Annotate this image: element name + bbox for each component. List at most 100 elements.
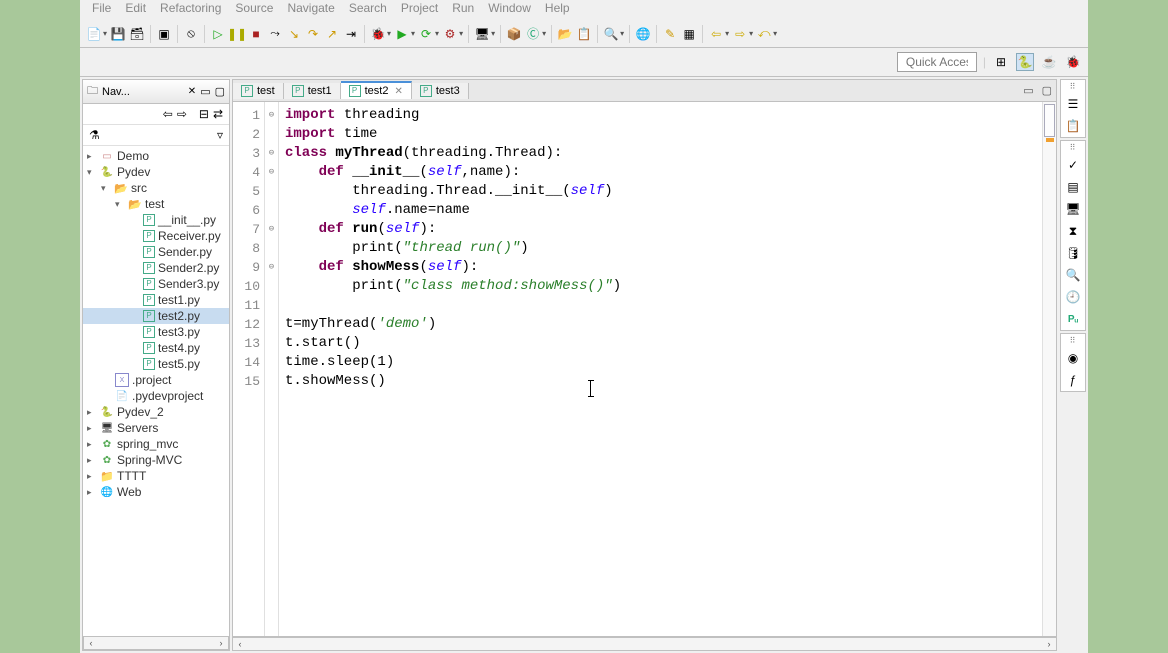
dropdown-icon[interactable]: ▾ bbox=[103, 29, 107, 38]
dropdown-icon[interactable]: ▾ bbox=[749, 29, 753, 38]
menu-run[interactable]: Run bbox=[448, 0, 478, 16]
terminal-icon[interactable]: ▣ bbox=[156, 26, 172, 42]
pyunit-icon[interactable]: Pᵤ bbox=[1064, 310, 1082, 328]
minimize-icon[interactable]: ▭ bbox=[1019, 84, 1037, 97]
drop-frame-icon[interactable]: ⇥ bbox=[343, 26, 359, 42]
menu-help[interactable]: Help bbox=[541, 0, 574, 16]
tree-file[interactable]: PSender3.py bbox=[83, 276, 229, 292]
debug-perspective-icon[interactable]: 🐞 bbox=[1064, 53, 1082, 71]
handle-icon[interactable]: ⠿ bbox=[1070, 143, 1077, 152]
overview-ruler[interactable] bbox=[1042, 102, 1056, 636]
search-result-icon[interactable]: 🔍 bbox=[1064, 266, 1082, 284]
tree-file[interactable]: Ptest4.py bbox=[83, 340, 229, 356]
open-type-icon[interactable]: 📂 bbox=[557, 26, 573, 42]
dropdown-icon[interactable]: ▾ bbox=[411, 29, 415, 38]
view-menu-icon[interactable]: ▿ bbox=[217, 128, 223, 142]
dropdown-icon[interactable]: ▾ bbox=[491, 29, 495, 38]
menu-navigate[interactable]: Navigate bbox=[283, 0, 338, 16]
resume-icon[interactable]: ▷ bbox=[210, 26, 226, 42]
expressions-icon[interactable]: ƒ bbox=[1064, 371, 1082, 389]
handle-icon[interactable]: ⠿ bbox=[1070, 82, 1077, 91]
run-icon[interactable]: ▶ bbox=[394, 26, 410, 42]
tree-file[interactable]: Ptest5.py bbox=[83, 356, 229, 372]
menu-source[interactable]: Source bbox=[231, 0, 277, 16]
step-over-icon[interactable]: ↷ bbox=[305, 26, 321, 42]
collapse-all-icon[interactable]: ⊟ bbox=[199, 107, 209, 121]
fold-gutter[interactable]: ⊖ ⊖⊖ ⊖ ⊖ bbox=[265, 102, 279, 636]
new-icon[interactable]: 📄 bbox=[86, 26, 102, 42]
suspend-icon[interactable]: ❚❚ bbox=[229, 26, 245, 42]
handle-icon[interactable]: ⠿ bbox=[1070, 336, 1077, 345]
close-icon[interactable]: ✕ bbox=[188, 86, 196, 97]
new-class-icon[interactable]: Ⓒ bbox=[525, 26, 541, 42]
tab-test3[interactable]: Ptest3 bbox=[412, 83, 469, 99]
servers-icon[interactable]: 🖥 bbox=[1064, 200, 1082, 218]
back-nav-icon[interactable]: ⇦ bbox=[163, 107, 173, 121]
tree-file[interactable]: PSender2.py bbox=[83, 260, 229, 276]
progress-icon[interactable]: ⧗ bbox=[1064, 222, 1082, 240]
editor-hscrollbar[interactable]: ‹› bbox=[232, 637, 1057, 651]
step-return-icon[interactable]: ↗ bbox=[324, 26, 340, 42]
debug-icon[interactable]: 🐞 bbox=[370, 26, 386, 42]
tree-file[interactable]: Ptest3.py bbox=[83, 324, 229, 340]
open-perspective-icon[interactable]: ⊞ bbox=[992, 53, 1010, 71]
disconnect-icon[interactable]: ⤳ bbox=[267, 26, 283, 42]
tree-project[interactable]: ▸TTTT bbox=[83, 468, 229, 484]
tree-file[interactable]: PSender.py bbox=[83, 244, 229, 260]
history-icon[interactable]: 🕘 bbox=[1064, 288, 1082, 306]
toggle-block-icon[interactable]: ▦ bbox=[681, 26, 697, 42]
menu-edit[interactable]: Edit bbox=[121, 0, 150, 16]
menu-project[interactable]: Project bbox=[397, 0, 442, 16]
tree-project[interactable]: ▸🐍Pydev_2 bbox=[83, 404, 229, 420]
tree-project[interactable]: ▸✿spring_mvc bbox=[83, 436, 229, 452]
tree-file[interactable]: PReceiver.py bbox=[83, 228, 229, 244]
tree-file-pydevproject[interactable]: 📄.pydevproject bbox=[83, 388, 229, 404]
warning-marker[interactable] bbox=[1046, 138, 1054, 142]
save-all-icon[interactable]: 🗃 bbox=[129, 26, 145, 42]
run-last-icon[interactable]: ⟳ bbox=[418, 26, 434, 42]
tab-test2[interactable]: Ptest2✕ bbox=[341, 81, 412, 99]
back-icon[interactable]: ⇦ bbox=[708, 26, 724, 42]
tree-project-pydev[interactable]: ▾🐍Pydev bbox=[83, 164, 229, 180]
data-source-icon[interactable]: 🛢 bbox=[1064, 244, 1082, 262]
menu-window[interactable]: Window bbox=[484, 0, 535, 16]
tree-folder-test[interactable]: ▾test bbox=[83, 196, 229, 212]
open-task-icon[interactable]: 📋 bbox=[576, 26, 592, 42]
toggle-mark-icon[interactable]: ✎ bbox=[662, 26, 678, 42]
dropdown-icon[interactable]: ▾ bbox=[542, 29, 546, 38]
terminate-icon[interactable]: ■ bbox=[248, 26, 264, 42]
tree-file[interactable]: Ptest1.py bbox=[83, 292, 229, 308]
task-list-icon[interactable]: ✓ bbox=[1064, 156, 1082, 174]
web-browser-icon[interactable]: 🌐 bbox=[635, 26, 651, 42]
quick-access-input[interactable] bbox=[897, 52, 977, 72]
pydev-perspective-icon[interactable]: 🐍 bbox=[1016, 53, 1034, 71]
tree-file[interactable]: P__init__.py bbox=[83, 212, 229, 228]
dropdown-icon[interactable]: ▾ bbox=[435, 29, 439, 38]
java-perspective-icon[interactable]: ☕ bbox=[1040, 53, 1058, 71]
menu-refactoring[interactable]: Refactoring bbox=[156, 0, 225, 16]
forward-nav-icon[interactable]: ⇨ bbox=[177, 107, 187, 121]
search-icon[interactable]: 🔍 bbox=[603, 26, 619, 42]
dropdown-icon[interactable]: ▾ bbox=[459, 29, 463, 38]
tree-file-project[interactable]: X.project bbox=[83, 372, 229, 388]
close-icon[interactable]: ✕ bbox=[394, 86, 402, 97]
dropdown-icon[interactable]: ▾ bbox=[387, 29, 391, 38]
code-editor[interactable]: 123456789101112131415 ⊖ ⊖⊖ ⊖ ⊖ import th… bbox=[232, 101, 1057, 637]
last-edit-icon[interactable]: ⤺ bbox=[756, 26, 772, 42]
dropdown-icon[interactable]: ▾ bbox=[773, 29, 777, 38]
new-server-icon[interactable]: 🖥 bbox=[474, 26, 490, 42]
tree-project[interactable]: ▸🌐Web bbox=[83, 484, 229, 500]
maximize-icon[interactable]: ▢ bbox=[1038, 84, 1056, 97]
maximize-icon[interactable]: ▢ bbox=[215, 85, 225, 98]
tree-folder-src[interactable]: ▾src bbox=[83, 180, 229, 196]
tab-test[interactable]: Ptest bbox=[233, 83, 284, 99]
minimize-icon[interactable]: ▭ bbox=[200, 85, 210, 98]
external-tools-icon[interactable]: ⚙ bbox=[442, 26, 458, 42]
project-tree[interactable]: ▸Demo ▾🐍Pydev ▾src ▾test P__init__.py PR… bbox=[83, 146, 229, 636]
tab-test1[interactable]: Ptest1 bbox=[284, 83, 341, 99]
step-into-icon[interactable]: ↘ bbox=[286, 26, 302, 42]
breakpoints-icon[interactable]: ◉ bbox=[1064, 349, 1082, 367]
tree-file-test2[interactable]: Ptest2.py bbox=[83, 308, 229, 324]
menu-file[interactable]: File bbox=[88, 0, 115, 16]
outline-icon[interactable]: ☰ bbox=[1064, 95, 1082, 113]
